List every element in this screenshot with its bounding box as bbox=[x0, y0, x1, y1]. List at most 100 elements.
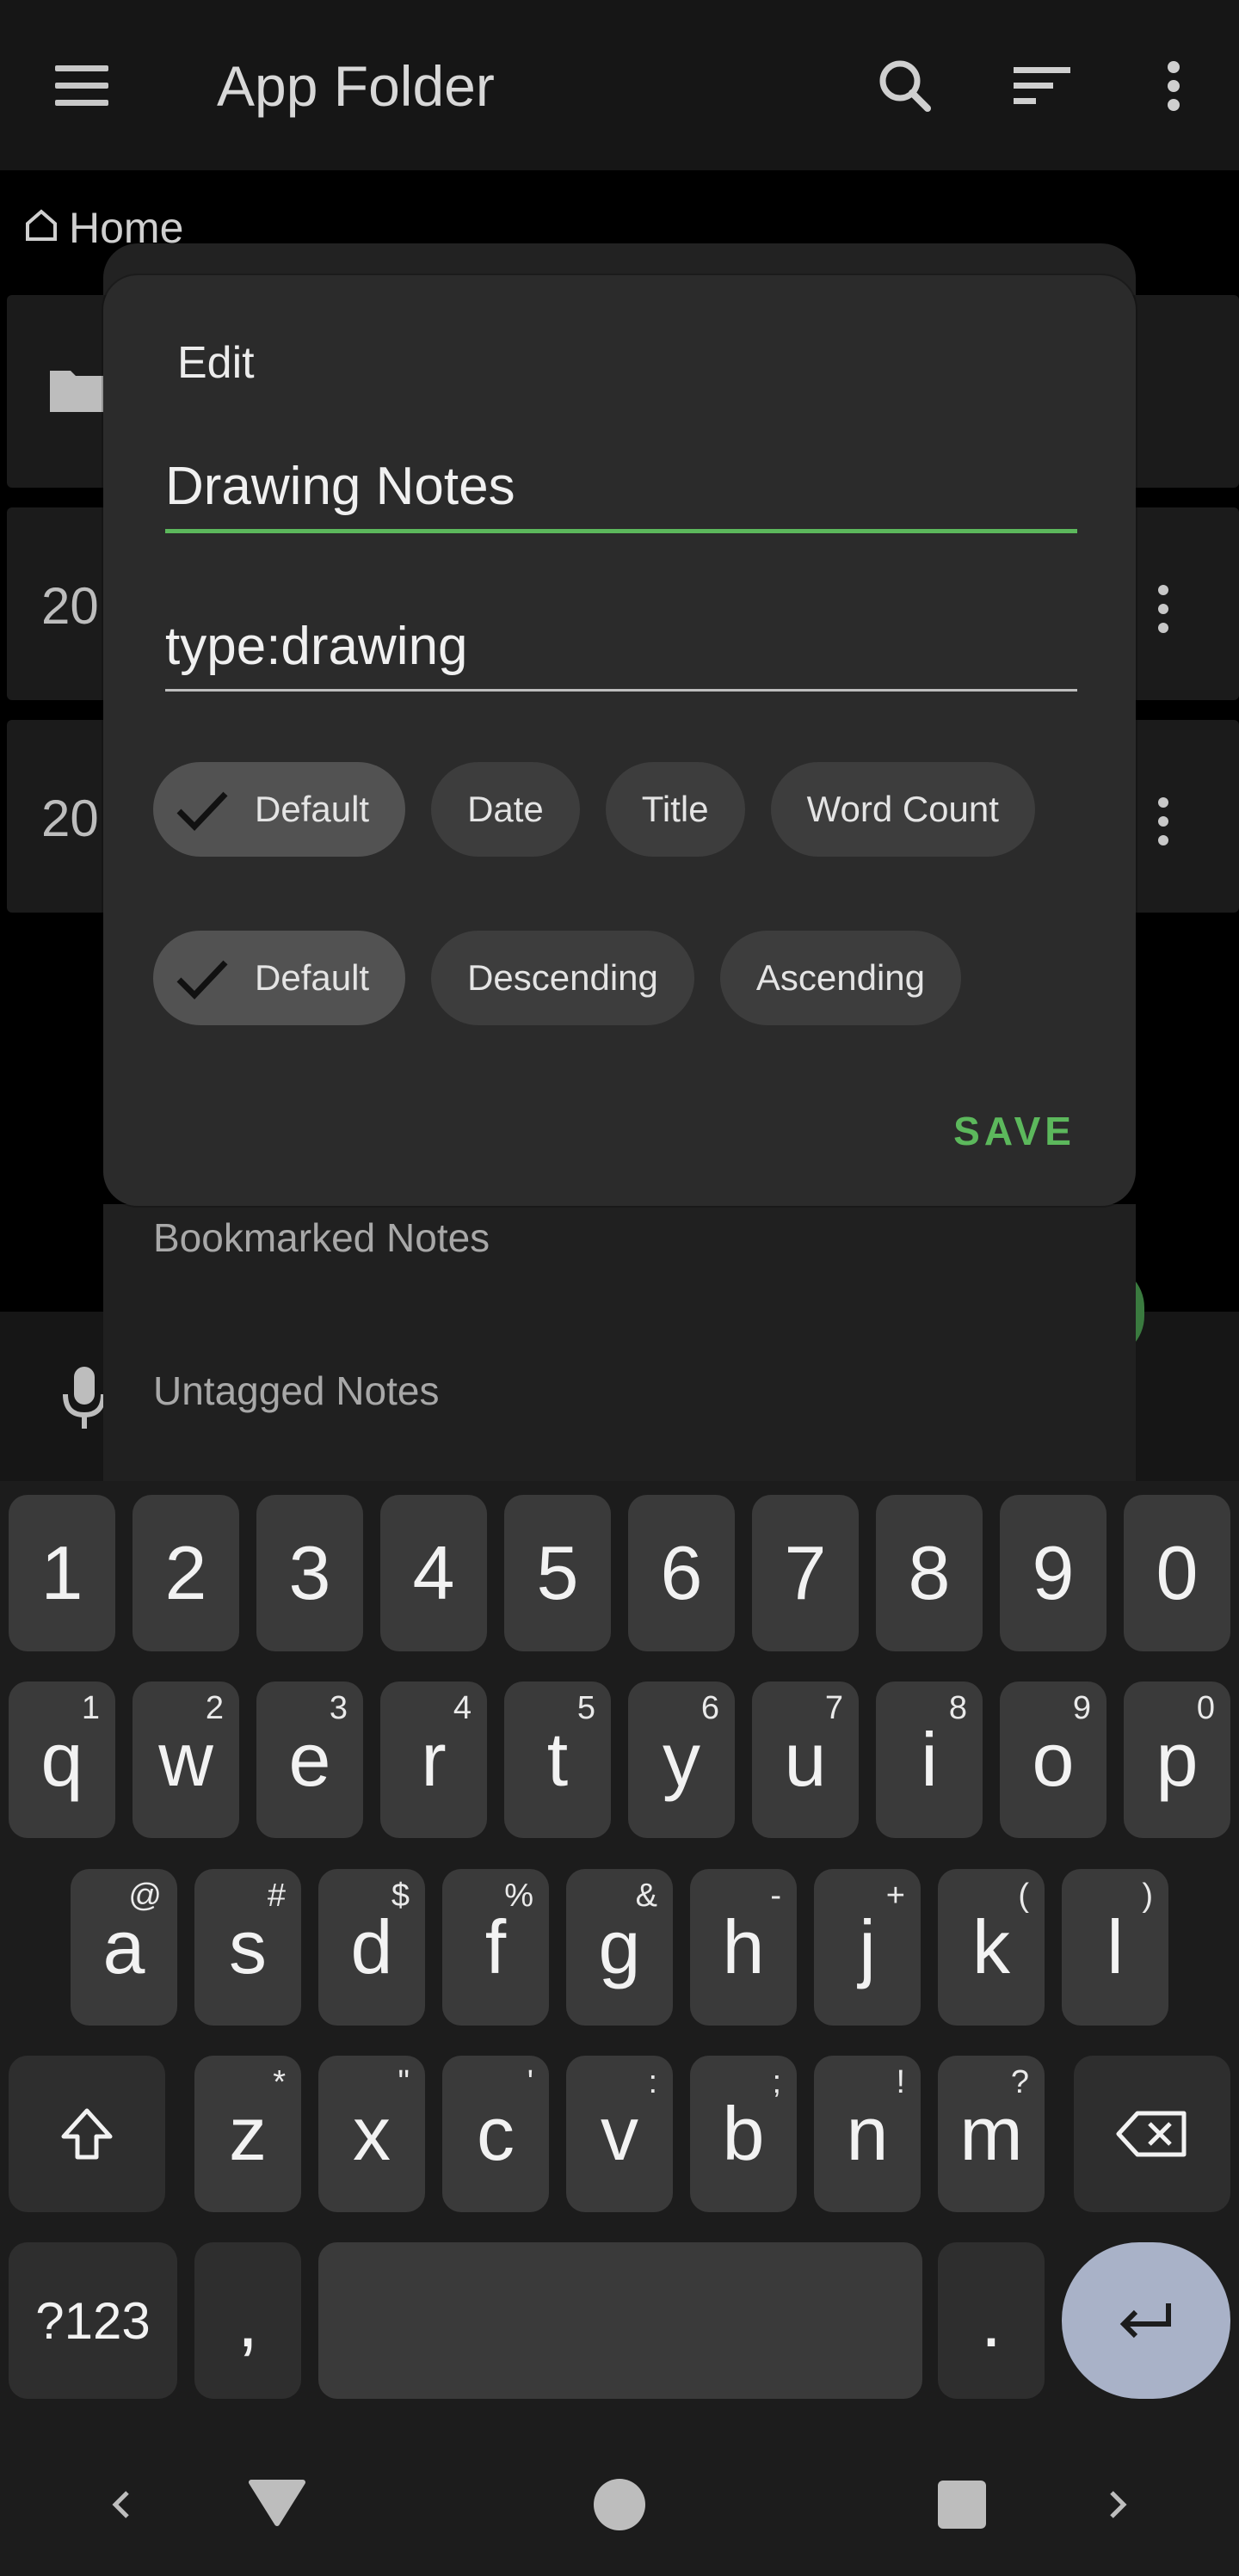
nav-right-icon[interactable] bbox=[1082, 2470, 1151, 2539]
key-l[interactable]: l) bbox=[1062, 1869, 1168, 2026]
tag-filter-field[interactable]: type:drawing bbox=[165, 616, 1077, 692]
key-label: s bbox=[229, 1904, 267, 1989]
key-k[interactable]: k( bbox=[938, 1869, 1045, 2026]
key-y[interactable]: y6 bbox=[628, 1681, 735, 1838]
key-label: p bbox=[1156, 1717, 1199, 1802]
key-t[interactable]: t5 bbox=[504, 1681, 611, 1838]
key-label: ?123 bbox=[35, 2291, 151, 2350]
chip-sort-word-count[interactable]: Word Count bbox=[770, 762, 1035, 857]
more-vert-icon[interactable] bbox=[1137, 52, 1189, 120]
key-hint: * bbox=[273, 2064, 286, 2100]
more-vert-icon[interactable] bbox=[1158, 585, 1170, 642]
backspace-icon bbox=[1116, 2111, 1187, 2157]
key-label: i bbox=[921, 1717, 938, 1802]
enter-key[interactable] bbox=[1062, 2242, 1230, 2399]
key-d[interactable]: d $ bbox=[318, 1869, 425, 2026]
key-0[interactable]: 0 bbox=[1124, 1495, 1230, 1651]
chip-order-default[interactable]: Default bbox=[153, 931, 406, 1025]
key-hint: 6 bbox=[700, 1690, 719, 1726]
key-9[interactable]: 9 bbox=[1000, 1495, 1106, 1651]
key-c[interactable]: c ' bbox=[442, 2056, 549, 2212]
key-o[interactable]: o9 bbox=[1000, 1681, 1106, 1838]
key-label: f bbox=[484, 1904, 507, 1989]
key-hint: % bbox=[504, 1878, 533, 1914]
key-n[interactable]: n! bbox=[814, 2056, 921, 2212]
key-hint: $ bbox=[391, 1878, 410, 1914]
more-vert-icon[interactable] bbox=[1158, 797, 1170, 854]
key-w[interactable]: w2 bbox=[133, 1681, 239, 1838]
key-r[interactable]: r4 bbox=[380, 1681, 487, 1838]
shift-icon bbox=[61, 2108, 113, 2160]
key-x[interactable]: x " bbox=[318, 2056, 425, 2212]
key-label: v bbox=[601, 2091, 638, 2176]
chip-label: Default bbox=[255, 789, 370, 829]
key-hint: 1 bbox=[81, 1690, 100, 1726]
key-label: t bbox=[546, 1717, 569, 1802]
key-i[interactable]: i8 bbox=[876, 1681, 983, 1838]
key-label: q bbox=[40, 1717, 83, 1802]
comma-key[interactable]: , bbox=[194, 2242, 301, 2399]
key-hint: 5 bbox=[576, 1690, 595, 1726]
sort-icon[interactable] bbox=[1005, 52, 1082, 120]
key-j[interactable]: j + bbox=[814, 1869, 921, 2026]
home-circle-icon[interactable] bbox=[585, 2470, 654, 2539]
save-button[interactable]: SAVE bbox=[953, 1108, 1076, 1154]
key-5[interactable]: 5 bbox=[504, 1495, 611, 1651]
key-6[interactable]: 6 bbox=[628, 1495, 735, 1651]
key-s[interactable]: s # bbox=[194, 1869, 301, 2026]
check-icon bbox=[176, 791, 228, 832]
period-key[interactable]: . bbox=[938, 2242, 1045, 2399]
chip-sort-date[interactable]: Date bbox=[431, 762, 580, 857]
recents-square-icon[interactable] bbox=[928, 2470, 996, 2539]
key-hint: ; bbox=[772, 2064, 781, 2100]
sort-order-chips: Default Descending Ascending bbox=[153, 931, 962, 1025]
menu-item-bookmarked[interactable]: Bookmarked Notes bbox=[153, 1214, 490, 1261]
search-icon[interactable] bbox=[867, 52, 945, 120]
list-item-text: 20 bbox=[41, 577, 99, 635]
menu-icon[interactable] bbox=[52, 62, 112, 110]
key-g[interactable]: g & bbox=[566, 1869, 673, 2026]
sort-by-chips: Default Date Title Word Count bbox=[153, 762, 1035, 857]
key-q[interactable]: q1 bbox=[9, 1681, 115, 1838]
key-hint: 9 bbox=[1072, 1690, 1091, 1726]
menu-item-untagged[interactable]: Untagged Notes bbox=[153, 1368, 439, 1414]
key-8[interactable]: 8 bbox=[876, 1495, 983, 1651]
key-a[interactable]: a @ bbox=[71, 1869, 177, 2026]
key-m[interactable]: m? bbox=[938, 2056, 1045, 2212]
chip-sort-default[interactable]: Default bbox=[153, 762, 406, 857]
key-label: a bbox=[102, 1904, 145, 1989]
key-4[interactable]: 4 bbox=[380, 1495, 487, 1651]
back-triangle-icon[interactable] bbox=[243, 2470, 311, 2539]
mic-icon[interactable] bbox=[60, 1363, 108, 1432]
space-key[interactable] bbox=[318, 2242, 922, 2399]
chip-order-descending[interactable]: Descending bbox=[431, 931, 694, 1025]
chip-label: Title bbox=[641, 789, 709, 829]
key-hint: ' bbox=[527, 2064, 533, 2100]
key-7[interactable]: 7 bbox=[752, 1495, 859, 1651]
shift-key[interactable] bbox=[9, 2056, 165, 2212]
key-label: u bbox=[784, 1717, 827, 1802]
key-hint: # bbox=[267, 1878, 286, 1914]
key-label: d bbox=[350, 1904, 393, 1989]
symbols-key[interactable]: ?123 bbox=[9, 2242, 177, 2399]
key-label: b bbox=[722, 2091, 765, 2176]
key-u[interactable]: u7 bbox=[752, 1681, 859, 1838]
key-f[interactable]: f% bbox=[442, 1869, 549, 2026]
key-p[interactable]: p0 bbox=[1124, 1681, 1230, 1838]
key-z[interactable]: z * bbox=[194, 2056, 301, 2212]
chip-sort-title[interactable]: Title bbox=[605, 762, 745, 857]
key-3[interactable]: 3 bbox=[256, 1495, 363, 1651]
name-field[interactable]: Drawing Notes bbox=[165, 456, 1077, 533]
chip-order-ascending[interactable]: Ascending bbox=[719, 931, 962, 1025]
key-label: 2 bbox=[164, 1530, 207, 1615]
backspace-key[interactable] bbox=[1074, 2056, 1230, 2212]
key-v[interactable]: v: bbox=[566, 2056, 673, 2212]
key-2[interactable]: 2 bbox=[133, 1495, 239, 1651]
key-h[interactable]: h- bbox=[690, 1869, 797, 2026]
key-hint: 0 bbox=[1196, 1690, 1215, 1726]
key-1[interactable]: 1 bbox=[9, 1495, 115, 1651]
key-e[interactable]: e3 bbox=[256, 1681, 363, 1838]
nav-left-icon[interactable] bbox=[88, 2470, 157, 2539]
edit-dialog: Edit Drawing Notes type:drawing Default … bbox=[103, 275, 1136, 1206]
key-b[interactable]: b; bbox=[690, 2056, 797, 2212]
